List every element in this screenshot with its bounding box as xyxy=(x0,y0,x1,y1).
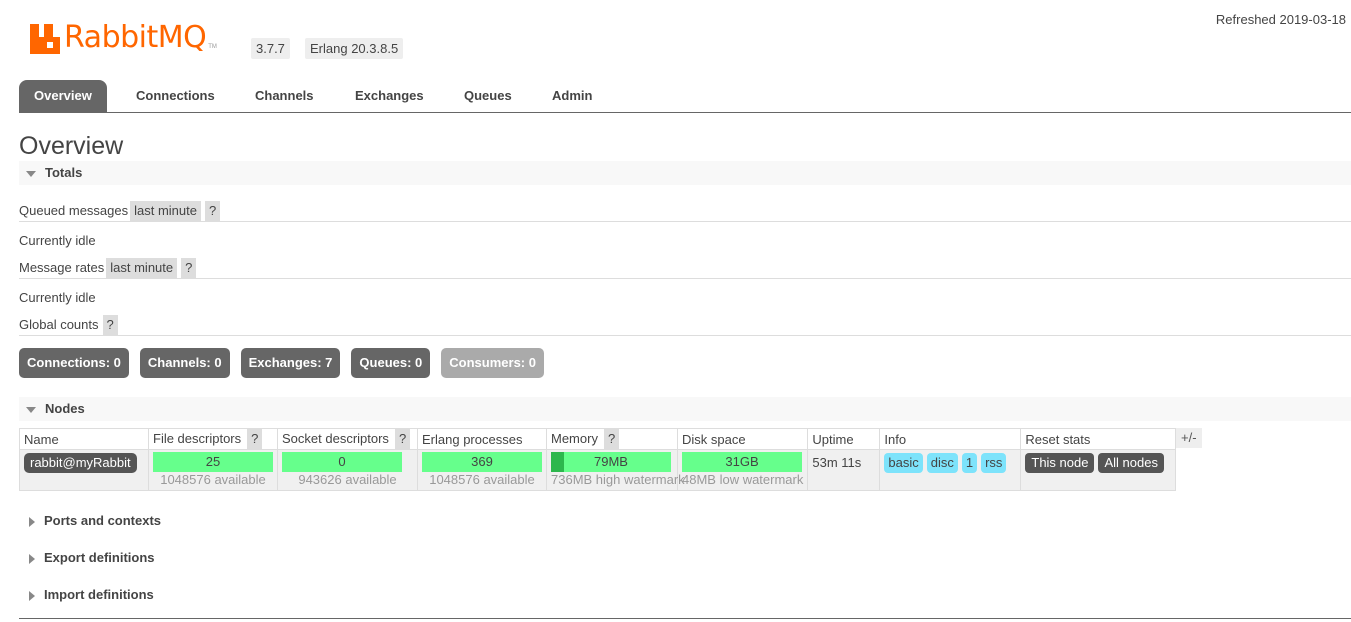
socket-descriptors-available: 943626 available xyxy=(298,472,397,487)
file-descriptors-available: 1048576 available xyxy=(160,472,266,487)
export-section-toggle[interactable]: Export definitions xyxy=(19,550,155,565)
expand-triangle-icon xyxy=(29,516,35,527)
connections-count-button[interactable]: Connections: 0 xyxy=(19,348,129,378)
column-header: Socket descriptors? xyxy=(277,428,418,450)
disk-space-bar: 31GB xyxy=(682,452,802,472)
socket-descriptors-bar: 0 xyxy=(282,452,402,472)
tab-admin[interactable]: Admin xyxy=(552,80,592,112)
column-header: File descriptors? xyxy=(148,428,278,450)
rates-help-icon[interactable]: ? xyxy=(181,258,197,278)
collapse-triangle-icon xyxy=(26,406,36,413)
logo-text: RabbitMQ xyxy=(64,20,207,55)
column-header: Memory? xyxy=(546,428,678,450)
info-tag-count[interactable]: 1 xyxy=(961,453,978,473)
message-rates-row: Message rates last minute? xyxy=(19,258,197,278)
divider xyxy=(19,335,1351,336)
column-header: Uptime xyxy=(807,428,881,450)
column-toggle-button[interactable]: +/- xyxy=(1176,428,1202,448)
divider xyxy=(19,221,1351,222)
message-rates-label: Message rates xyxy=(19,260,105,275)
info-tag-rss[interactable]: rss xyxy=(981,453,1007,473)
erlang-processes-bar: 369 xyxy=(422,452,542,472)
global-counts-row: Global counts? xyxy=(19,315,118,335)
column-header: Name xyxy=(19,428,149,450)
memory-bar-fill xyxy=(551,452,564,472)
reset-this-node-button[interactable]: This node xyxy=(1025,453,1095,473)
info-cell: basic disc 1 rss xyxy=(879,449,1022,491)
expand-triangle-icon xyxy=(29,590,35,601)
erlang-processes-cell: 369 1048576 available xyxy=(417,449,547,491)
queued-messages-row: Queued messages last minute? xyxy=(19,201,221,221)
queued-range-selector[interactable]: last minute xyxy=(130,201,201,221)
reset-stats-cell: This node All nodes xyxy=(1020,449,1177,491)
memory-bar: 79MB xyxy=(551,452,671,472)
column-header: Info xyxy=(879,428,1022,450)
memory-watermark: 736MB high watermark xyxy=(551,472,685,487)
erlang-version-badge: Erlang 20.3.8.5 xyxy=(305,38,404,59)
socket-descriptors-cell: 0 943626 available xyxy=(277,449,418,491)
table-row: rabbit@myRabbit 25 1048576 available 0 9… xyxy=(19,449,1177,491)
rates-idle-text: Currently idle xyxy=(19,290,96,305)
nodes-section-toggle[interactable]: Nodes xyxy=(19,397,1351,421)
global-counts: Connections: 0 Channels: 0 Exchanges: 7 … xyxy=(19,348,555,378)
expand-triangle-icon xyxy=(29,553,35,564)
queued-idle-text: Currently idle xyxy=(19,233,96,248)
tab-exchanges[interactable]: Exchanges xyxy=(355,80,424,112)
node-name-cell: rabbit@myRabbit xyxy=(19,449,149,491)
exchanges-count-button[interactable]: Exchanges: 7 xyxy=(240,348,341,378)
erlang-processes-available: 1048576 available xyxy=(429,472,535,487)
consumers-count-button: Consumers: 0 xyxy=(441,348,544,378)
totals-heading: Totals xyxy=(45,165,83,180)
page-title: Overview xyxy=(19,132,124,160)
column-header: Disk space xyxy=(676,428,809,450)
global-help-icon[interactable]: ? xyxy=(102,315,118,335)
sd-help-icon[interactable]: ? xyxy=(394,429,411,449)
info-tag-basic[interactable]: basic xyxy=(884,453,923,473)
rabbitmq-logo-icon xyxy=(30,24,60,54)
queued-messages-label: Queued messages xyxy=(19,203,129,218)
column-header: Erlang processes xyxy=(417,428,547,450)
tab-queues[interactable]: Queues xyxy=(464,80,512,112)
rabbitmq-logo[interactable]: RabbitMQ TM xyxy=(30,22,217,54)
tab-connections[interactable]: Connections xyxy=(136,80,215,112)
disk-space-cell: 31GB 48MB low watermark xyxy=(676,449,809,491)
global-counts-label: Global counts xyxy=(19,317,99,332)
tab-channels[interactable]: Channels xyxy=(255,80,314,112)
main-tabs: Overview Connections Channels Exchanges … xyxy=(19,80,1351,113)
channels-count-button[interactable]: Channels: 0 xyxy=(139,348,230,378)
version-badge: 3.7.7 xyxy=(251,38,290,59)
uptime-cell: 53m 11s xyxy=(807,449,881,491)
memory-cell: 79MB 736MB high watermark xyxy=(546,449,685,491)
nodes-table: Name File descriptors? Socket descriptor… xyxy=(19,428,1177,491)
refreshed-timestamp: Refreshed 2019-03-18 xyxy=(1215,12,1346,27)
rates-range-selector[interactable]: last minute xyxy=(106,258,178,278)
divider xyxy=(19,618,1351,619)
file-descriptors-cell: 25 1048576 available xyxy=(148,449,278,491)
file-descriptors-bar: 25 xyxy=(153,452,273,472)
fd-help-icon[interactable]: ? xyxy=(247,429,263,449)
header: RabbitMQ TM 3.7.7 Erlang 20.3.8.5 Refres… xyxy=(0,0,1351,75)
divider xyxy=(19,278,1351,279)
import-section-toggle[interactable]: Import definitions xyxy=(19,587,154,602)
column-header: Reset stats xyxy=(1020,428,1177,450)
reset-all-nodes-button[interactable]: All nodes xyxy=(1098,453,1164,473)
memory-help-icon[interactable]: ? xyxy=(603,429,620,449)
disk-watermark: 48MB low watermark xyxy=(682,472,804,487)
logo-tm: TM xyxy=(208,44,217,50)
nodes-heading: Nodes xyxy=(45,401,85,416)
table-header-row: Name File descriptors? Socket descriptor… xyxy=(19,428,1177,450)
collapse-triangle-icon xyxy=(26,170,36,177)
ports-section-toggle[interactable]: Ports and contexts xyxy=(19,513,161,528)
queued-help-icon[interactable]: ? xyxy=(205,201,221,221)
info-tag-disc[interactable]: disc xyxy=(926,453,958,473)
totals-section-toggle[interactable]: Totals xyxy=(19,161,1351,185)
node-name-link[interactable]: rabbit@myRabbit xyxy=(24,453,137,473)
tab-overview[interactable]: Overview xyxy=(19,80,107,112)
queues-count-button[interactable]: Queues: 0 xyxy=(351,348,431,378)
